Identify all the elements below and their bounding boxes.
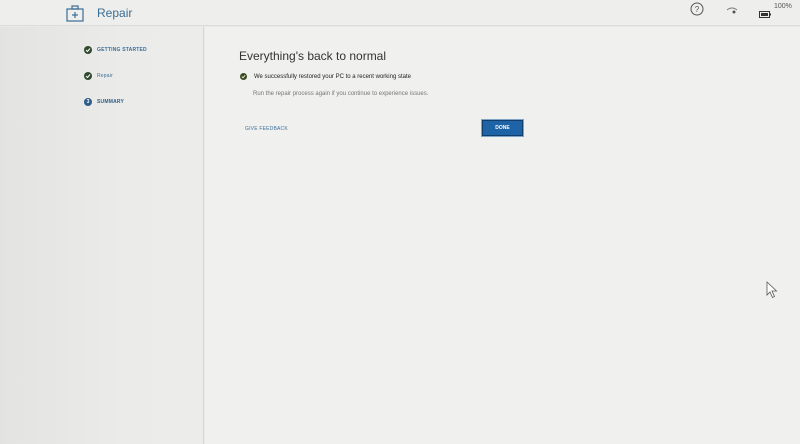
success-message: We successfully restored your PC to a re… bbox=[254, 73, 411, 80]
help-text: Run the repair process again if you cont… bbox=[253, 91, 429, 97]
progress-sidebar: GETTING STARTED Repair 3 SUMMARY bbox=[0, 27, 204, 444]
page-title: Everything's back to normal bbox=[239, 49, 387, 63]
step-label: Repair bbox=[97, 73, 113, 79]
svg-text:?: ? bbox=[695, 5, 700, 14]
battery-icon bbox=[759, 5, 771, 18]
step-number-icon: 3 bbox=[84, 98, 92, 106]
toolbox-icon bbox=[66, 4, 84, 22]
step-label: GETTING STARTED bbox=[97, 47, 147, 53]
step-getting-started: GETTING STARTED bbox=[84, 44, 147, 56]
main-content: Everything's back to normal We successfu… bbox=[205, 27, 800, 444]
step-repair: Repair bbox=[84, 70, 113, 82]
step-summary: 3 SUMMARY bbox=[84, 96, 124, 108]
title-bar: Repair ? 100% bbox=[0, 0, 800, 26]
give-feedback-link[interactable]: GIVE FEEDBACK bbox=[245, 126, 288, 132]
help-icon[interactable]: ? bbox=[690, 2, 704, 16]
wifi-icon[interactable] bbox=[726, 3, 738, 14]
checkmark-icon bbox=[240, 73, 247, 80]
step-label: SUMMARY bbox=[97, 99, 125, 105]
checkmark-icon bbox=[84, 72, 92, 80]
battery-percentage: 100% bbox=[774, 3, 792, 10]
app-title: Repair bbox=[97, 6, 133, 20]
success-message-row: We successfully restored your PC to a re… bbox=[240, 73, 411, 80]
mouse-cursor-icon bbox=[766, 281, 778, 299]
done-button[interactable]: DONE bbox=[482, 120, 523, 136]
checkmark-icon bbox=[84, 46, 92, 54]
